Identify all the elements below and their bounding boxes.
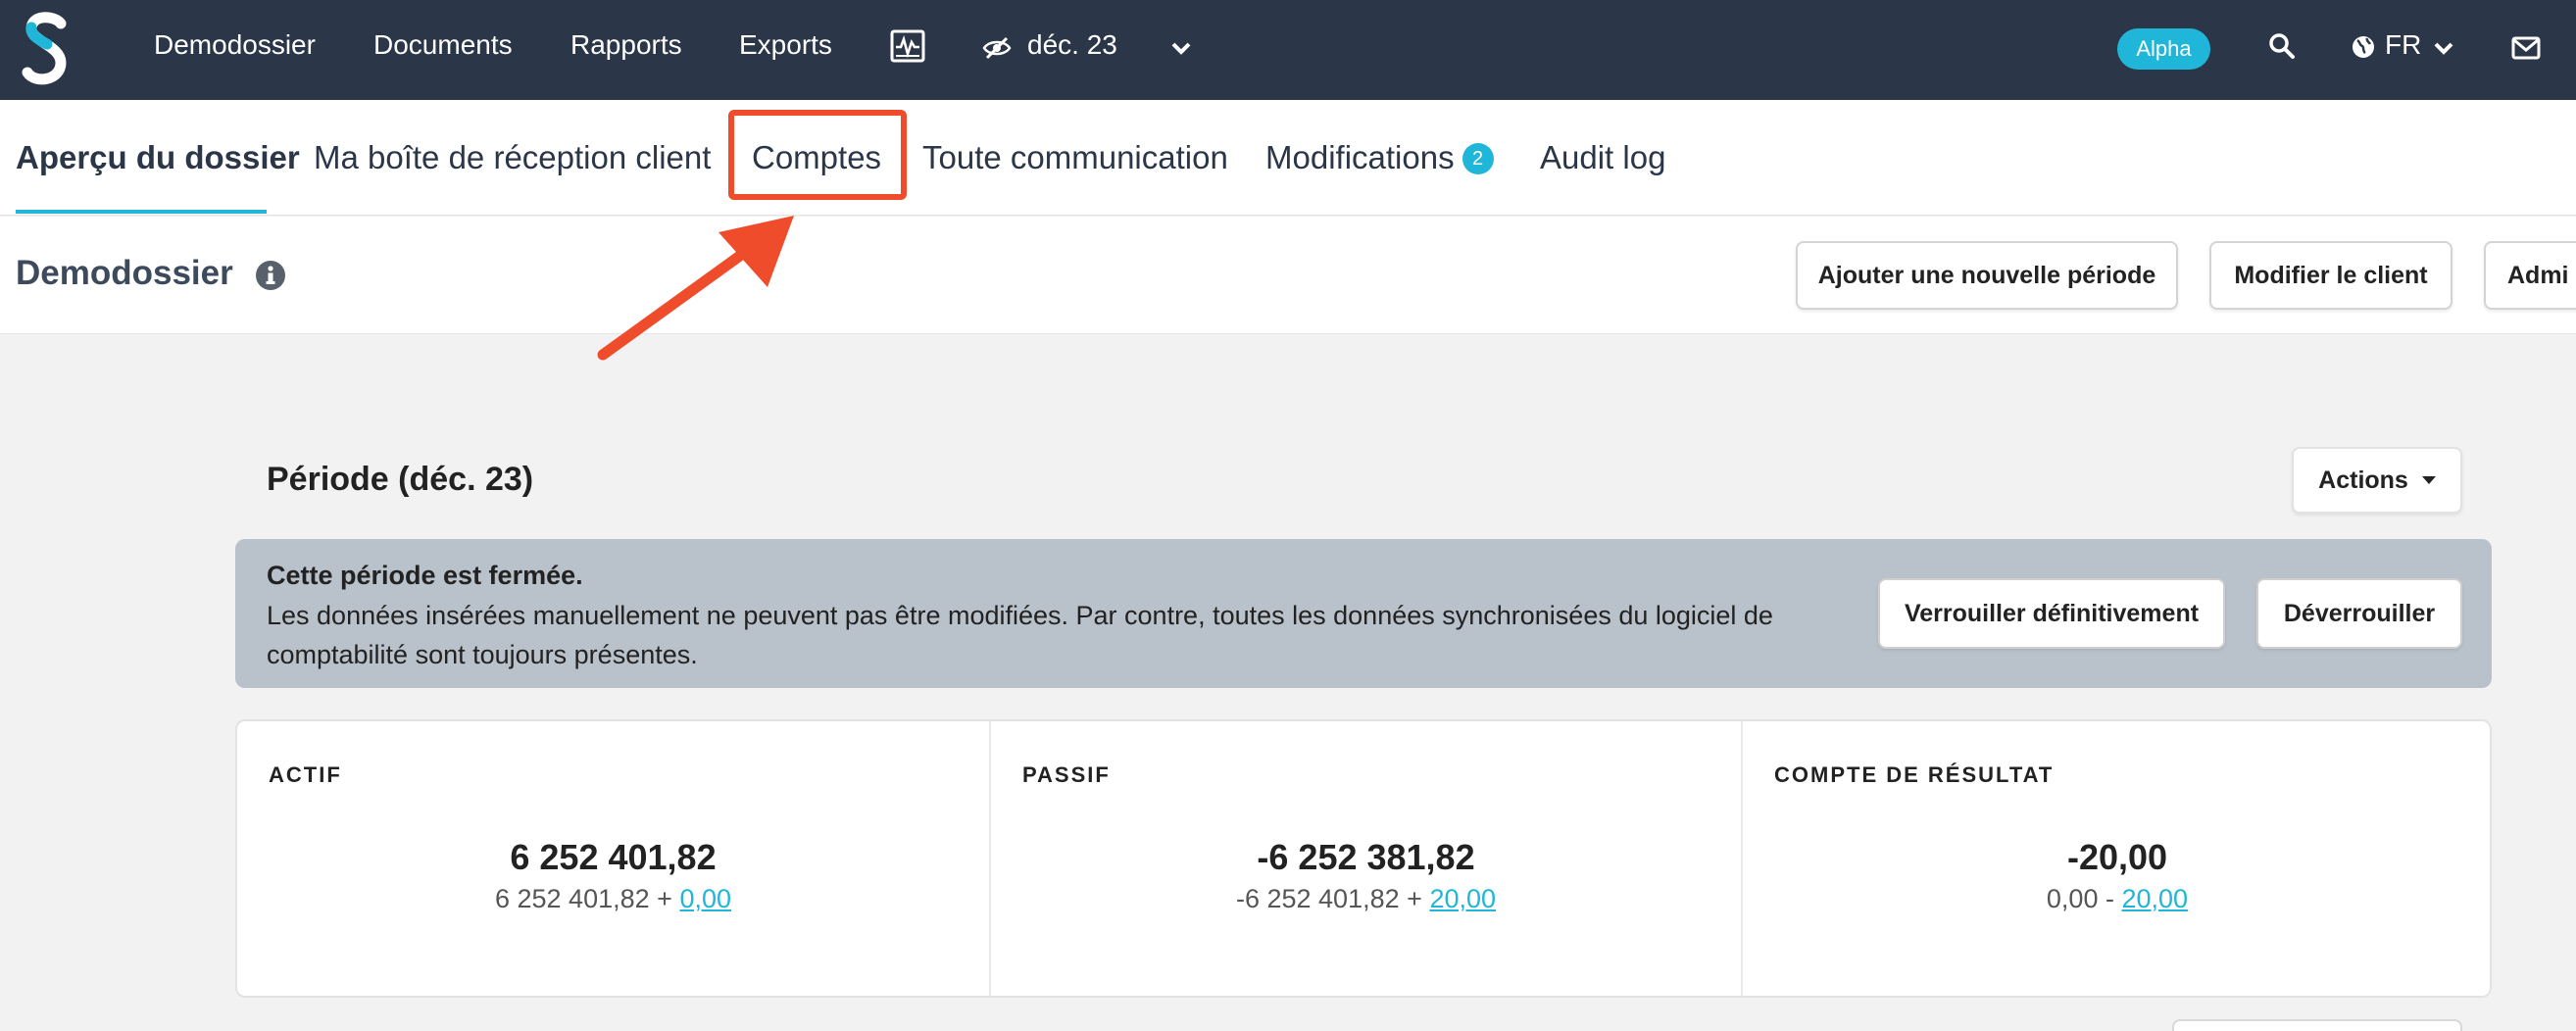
tab-label: Modifications <box>1265 139 1455 175</box>
card-detail: -6 252 401,82 + 20,00 <box>991 884 1741 914</box>
chevron-down-icon[interactable] <box>1170 41 1192 57</box>
alpha-badge: Alpha <box>2117 28 2210 70</box>
banner-text: Les données insérées manuellement ne peu… <box>267 601 1773 669</box>
actions-label: Actions <box>2318 466 2408 494</box>
logo-icon[interactable] <box>22 10 71 88</box>
card-total: 6 252 401,82 <box>510 837 717 877</box>
globe-icon[interactable] <box>2351 34 2376 60</box>
activity-monitor-icon[interactable] <box>890 29 925 63</box>
highlight-annotation <box>728 110 907 200</box>
card-adjustment-link[interactable]: 20,00 <box>2122 884 2189 913</box>
nav-item-rapports[interactable]: Rapports <box>570 29 682 61</box>
page-header: Demodossier Ajouter une nouvelle période… <box>0 217 2576 334</box>
card-detail: 0,00 - 20,00 <box>1743 884 2492 914</box>
edit-client-button[interactable]: Modifier le client <box>2209 241 2452 310</box>
summary-card-actif: ACTIF 6 252 401,82 6 252 401,82 + 0,00 <box>237 721 989 996</box>
summary-card-passif: PASSIF -6 252 381,82 -6 252 401,82 + 20,… <box>989 721 1741 996</box>
card-base: 0,00 <box>2046 884 2099 913</box>
card-total: -20,00 <box>2066 837 2168 877</box>
chevron-down-icon[interactable] <box>2433 41 2454 57</box>
partial-button-below[interactable] <box>2172 1019 2462 1031</box>
period-title: Période (déc. 23) <box>267 461 534 498</box>
nav-item-demodossier[interactable]: Demodossier <box>154 29 316 61</box>
card-operator: + <box>1407 884 1422 913</box>
lock-permanently-button[interactable]: Verrouiller définitivement <box>1878 578 2225 649</box>
caret-down-icon <box>2421 476 2436 484</box>
card-base: 6 252 401,82 <box>494 884 650 913</box>
card-operator: + <box>657 884 672 913</box>
tab-communication[interactable]: Toute communication <box>922 139 1228 176</box>
search-icon[interactable] <box>2268 32 2296 60</box>
top-navbar: Demodossier Documents Rapports Exports d… <box>0 0 2576 100</box>
eye-slash-icon[interactable] <box>982 36 1012 60</box>
tab-modifications[interactable]: Modifications 2 <box>1265 139 1494 176</box>
admin-button[interactable]: Admi <box>2484 241 2576 310</box>
language-selector[interactable]: FR <box>2385 29 2421 61</box>
card-total: -6 252 381,82 <box>1257 837 1475 877</box>
active-tab-indicator <box>16 210 267 214</box>
closed-period-banner: Cette période est fermée. Les données in… <box>235 539 2492 688</box>
modifications-count-badge: 2 <box>1461 143 1494 174</box>
nav-item-documents[interactable]: Documents <box>373 29 513 61</box>
summary-card-resultat: COMPTE DE RÉSULTAT -20,00 0,00 - 20,00 <box>1741 721 2492 996</box>
nav-item-exports[interactable]: Exports <box>739 29 832 61</box>
card-operator: - <box>2105 884 2114 913</box>
card-label: PASSIF <box>1022 762 1111 787</box>
dossier-tabs: Aperçu du dossier Ma boîte de réception … <box>0 100 2576 216</box>
banner-title: Cette période est fermée. <box>267 561 583 590</box>
card-adjustment-link[interactable]: 0,00 <box>679 884 731 913</box>
balance-summary: ACTIF 6 252 401,82 6 252 401,82 + 0,00 P… <box>235 719 2492 998</box>
tab-audit-log[interactable]: Audit log <box>1540 139 1665 176</box>
info-icon[interactable] <box>255 260 286 291</box>
unlock-button[interactable]: Déverrouiller <box>2256 578 2462 649</box>
period-selector[interactable]: déc. 23 <box>1027 29 1117 61</box>
tab-inbox[interactable]: Ma boîte de réception client <box>314 139 711 176</box>
card-label: COMPTE DE RÉSULTAT <box>1774 762 2055 787</box>
tab-apercu[interactable]: Aperçu du dossier <box>16 139 300 176</box>
arrow-annotation <box>597 216 794 361</box>
page-title: Demodossier <box>16 254 233 292</box>
card-adjustment-link[interactable]: 20,00 <box>1429 884 1496 913</box>
mail-icon[interactable] <box>2511 36 2541 60</box>
card-base: -6 252 401,82 <box>1235 884 1400 913</box>
card-detail: 6 252 401,82 + 0,00 <box>237 884 989 914</box>
add-period-button[interactable]: Ajouter une nouvelle période <box>1796 241 2178 310</box>
actions-dropdown-button[interactable]: Actions <box>2292 447 2462 514</box>
card-label: ACTIF <box>269 762 342 787</box>
